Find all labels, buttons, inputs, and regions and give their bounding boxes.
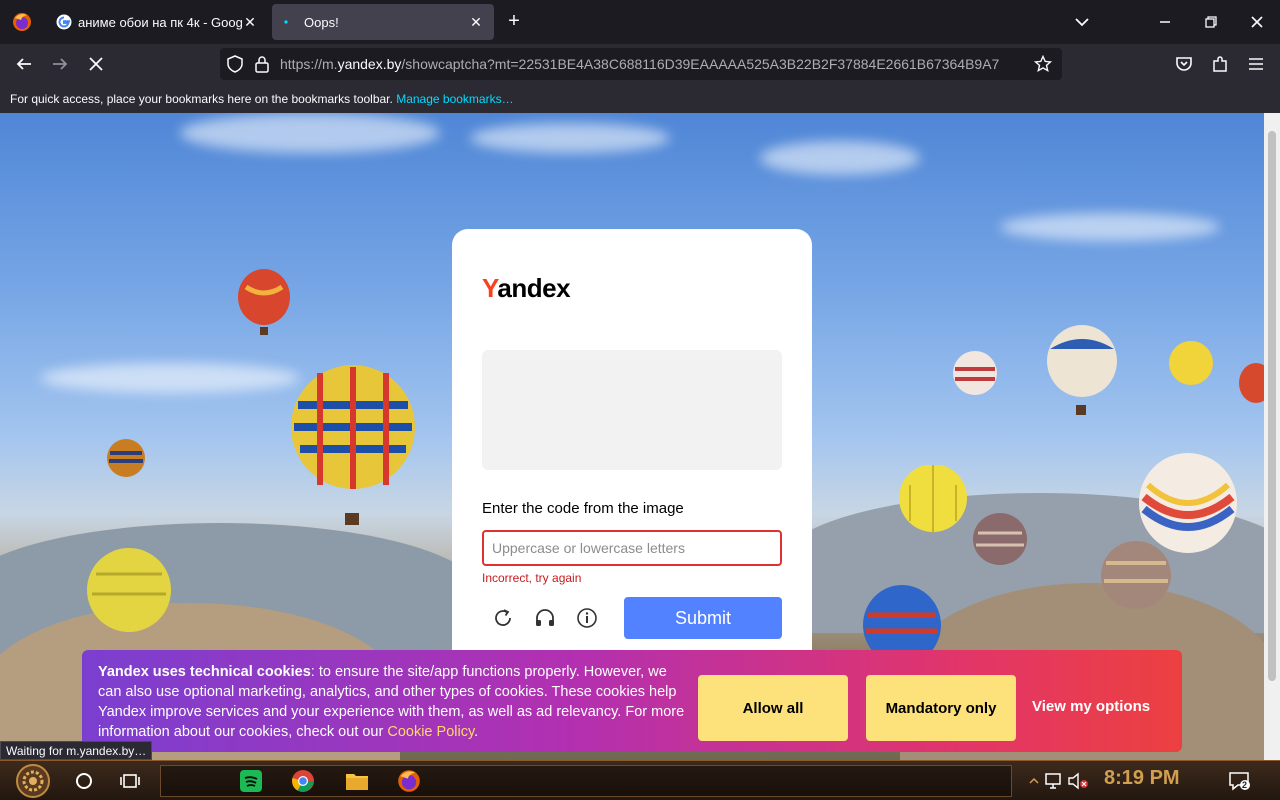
- submit-button[interactable]: Submit: [624, 597, 782, 639]
- captcha-input[interactable]: [482, 530, 782, 566]
- shield-icon[interactable]: [226, 55, 244, 78]
- scrollbar-thumb[interactable]: [1268, 131, 1276, 681]
- firefox-menu-icon[interactable]: [8, 8, 36, 36]
- cookie-banner: Yandex uses technical cookies: to ensure…: [82, 650, 1182, 752]
- bookmarks-hint: For quick access, place your bookmarks h…: [10, 92, 393, 106]
- lock-icon[interactable]: [254, 55, 270, 78]
- hot-air-balloon: [238, 269, 290, 335]
- close-tab-icon[interactable]: ✕: [468, 14, 484, 30]
- list-all-tabs-icon[interactable]: [1070, 10, 1094, 34]
- hot-air-balloon: [1239, 363, 1264, 403]
- close-window-icon[interactable]: [1234, 0, 1280, 44]
- close-tab-icon[interactable]: ✕: [242, 14, 258, 30]
- url-domain: yandex.by: [337, 56, 402, 72]
- url-text: https://m.yandex.by/showcaptcha?mt=22531…: [280, 56, 1030, 72]
- captcha-error: Incorrect, try again: [482, 571, 582, 585]
- captcha-image: [482, 350, 782, 470]
- mandatory-only-button[interactable]: Mandatory only: [866, 675, 1016, 741]
- firefox-icon[interactable]: [395, 767, 423, 795]
- captcha-card: Yandex Enter the code from the image Inc…: [452, 229, 812, 689]
- cloud: [1000, 213, 1220, 241]
- tab-title: аниме обои на пк 4к - Google: [78, 14, 242, 30]
- hot-air-balloon: [291, 365, 415, 525]
- hot-air-balloon: [1101, 541, 1171, 609]
- hot-air-balloon: [899, 465, 967, 533]
- captcha-label: Enter the code from the image: [482, 500, 684, 517]
- restore-icon[interactable]: [1188, 0, 1234, 44]
- spotify-icon[interactable]: [237, 767, 265, 795]
- logo-word: andex: [497, 273, 571, 303]
- hot-air-balloon: [107, 439, 145, 477]
- forward-icon[interactable]: [46, 50, 74, 78]
- hot-air-balloon: [1047, 325, 1117, 415]
- cloud: [470, 123, 670, 153]
- chrome-icon[interactable]: [289, 767, 317, 795]
- start-button-icon[interactable]: [14, 763, 52, 799]
- notifications-icon[interactable]: 2: [1226, 767, 1254, 795]
- logo-letter: Y: [482, 273, 498, 303]
- hot-air-balloon: [953, 351, 997, 395]
- status-panel: Waiting for m.yandex.by…: [0, 741, 153, 760]
- stop-loading-icon[interactable]: [82, 50, 110, 78]
- cortana-icon[interactable]: [70, 767, 98, 795]
- view-my-options-button[interactable]: View my options: [1032, 698, 1150, 715]
- google-icon: [56, 14, 72, 30]
- hot-air-balloon: [87, 548, 171, 632]
- manage-bookmarks-link[interactable]: Manage bookmarks…: [396, 92, 513, 106]
- extensions-icon[interactable]: [1206, 50, 1234, 78]
- tab-oops[interactable]: Oops! ✕: [272, 4, 494, 40]
- loading-dot-icon: [282, 14, 298, 30]
- hot-air-balloon: [1169, 341, 1213, 385]
- new-tab-button[interactable]: +: [502, 10, 526, 34]
- cloud: [40, 363, 300, 393]
- page-scrollbar[interactable]: [1264, 113, 1280, 760]
- cookie-title: Yandex uses technical cookies: [98, 664, 311, 680]
- url-prefix: https://m.: [280, 56, 338, 72]
- minimize-icon[interactable]: [1142, 0, 1188, 44]
- page-background: Yandex Enter the code from the image Inc…: [0, 113, 1264, 760]
- notification-count: 2: [1242, 780, 1248, 790]
- headphones-icon[interactable]: [532, 605, 558, 631]
- tab-title: Oops!: [304, 14, 339, 30]
- volume-muted-icon[interactable]: [1064, 767, 1092, 795]
- cookie-period: .: [474, 724, 479, 740]
- taskbar-apps-area: [160, 765, 1012, 797]
- tab-google-search[interactable]: аниме обои на пк 4к - Google ✕: [46, 4, 268, 40]
- allow-all-button[interactable]: Allow all: [698, 675, 848, 741]
- info-icon[interactable]: [574, 605, 600, 631]
- hot-air-balloon: [973, 513, 1027, 565]
- file-explorer-icon[interactable]: [343, 767, 371, 795]
- task-view-icon[interactable]: [116, 767, 144, 795]
- url-bar[interactable]: https://m.yandex.by/showcaptcha?mt=22531…: [220, 48, 1062, 80]
- tab-strip: аниме обои на пк 4к - Google ✕ Oops! ✕ +: [0, 0, 1280, 44]
- cookie-policy-link[interactable]: Cookie Policy: [387, 724, 474, 740]
- hamburger-menu-icon[interactable]: [1242, 50, 1270, 78]
- url-path: /showcaptcha?mt=22531BE4A38C688116D39EAA…: [401, 56, 1000, 72]
- yandex-logo: Yandex: [482, 273, 571, 304]
- bookmark-star-icon[interactable]: [1033, 54, 1053, 78]
- cloud: [180, 113, 440, 153]
- hot-air-balloon: [863, 585, 941, 655]
- taskbar-clock[interactable]: 8:19 PM: [1104, 767, 1180, 790]
- bookmarks-toolbar: For quick access, place your bookmarks h…: [0, 84, 1280, 113]
- navigation-toolbar: https://m.yandex.by/showcaptcha?mt=22531…: [0, 44, 1280, 84]
- cookie-text: Yandex uses technical cookies: to ensure…: [98, 662, 688, 742]
- cloud: [760, 141, 920, 175]
- refresh-icon[interactable]: [490, 605, 516, 631]
- pocket-icon[interactable]: [1170, 50, 1198, 78]
- taskbar: 8:19 PM 2: [0, 760, 1280, 800]
- back-icon[interactable]: [10, 50, 38, 78]
